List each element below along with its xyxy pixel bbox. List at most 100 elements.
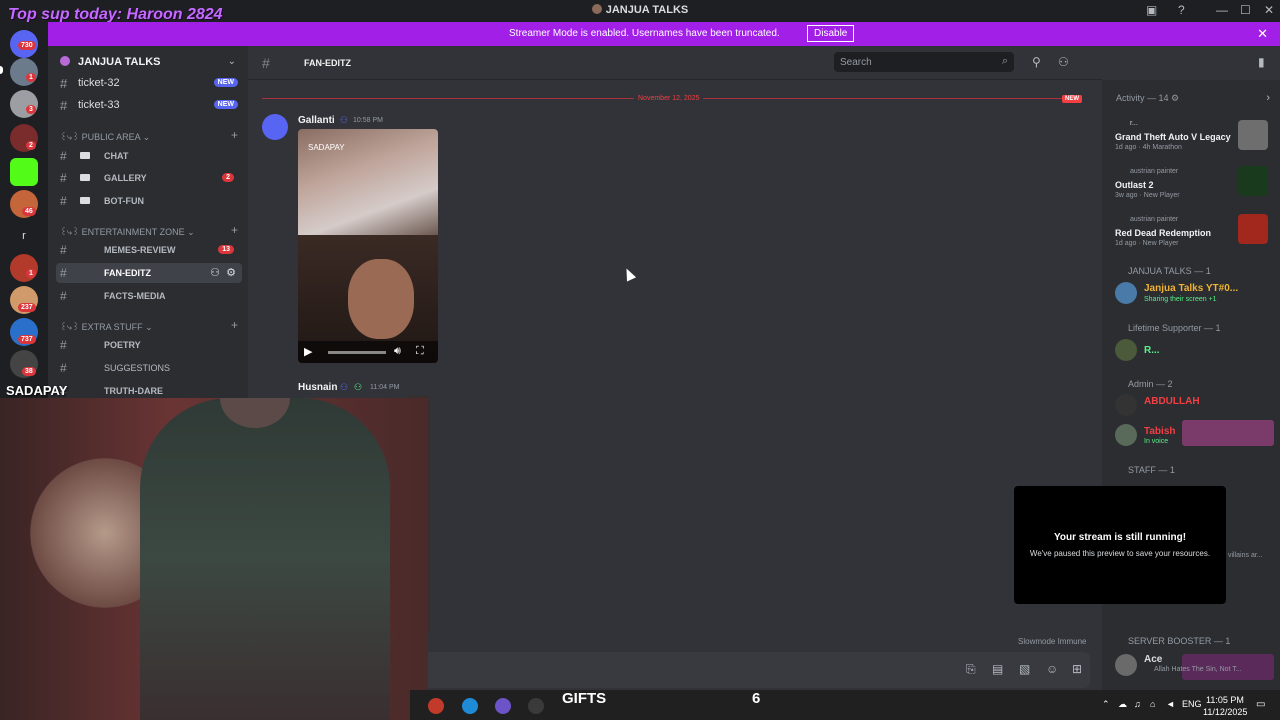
unread-badge: 237	[18, 303, 36, 312]
server-banner-icon	[60, 56, 70, 66]
channel-poetry[interactable]: # POETRY	[56, 335, 242, 355]
booster-icon: ⚇	[354, 382, 363, 392]
edge-icon[interactable]	[462, 698, 478, 714]
search-input[interactable]: Search ⌕	[834, 52, 1014, 72]
disable-streamer-mode-button[interactable]: Disable	[807, 25, 855, 42]
close-icon[interactable]: ✕	[1257, 26, 1268, 42]
obs-icon[interactable]	[528, 698, 544, 714]
server-icon[interactable]	[10, 90, 38, 118]
avatar[interactable]	[262, 114, 288, 140]
clock-date[interactable]: 11/12/2025	[1203, 707, 1247, 717]
hash-icon: #	[60, 361, 67, 375]
activity-meta: 1d ago · 4h Marathon	[1115, 144, 1182, 151]
hash-icon: #	[60, 266, 67, 280]
keyboard-lang[interactable]: ENG	[1182, 699, 1202, 709]
unread-badge: 3	[26, 105, 36, 114]
channel-name: FAN-EDITZ	[104, 268, 151, 278]
gift-icon[interactable]: ⎘	[966, 662, 976, 677]
tray-chevron-icon[interactable]: ⌃	[1102, 699, 1110, 710]
member-name[interactable]: R...	[1144, 345, 1160, 356]
notifications-icon[interactable]: ▭	[1256, 699, 1265, 710]
avatar[interactable]	[1115, 282, 1137, 304]
minimize-button[interactable]: —	[1216, 3, 1228, 17]
category-extra-stuff[interactable]: ꒰⤷꒱ EXTRA STUFF ⌄	[60, 321, 153, 333]
role-icon: ⚇	[340, 382, 349, 392]
hash-icon: #	[60, 338, 67, 352]
server-name[interactable]: JANJUA TALKS	[78, 56, 161, 68]
profile-banner	[1182, 420, 1274, 446]
volume-icon[interactable]: 🔊︎	[394, 345, 401, 358]
brave-icon[interactable]	[428, 698, 444, 714]
microphone-icon[interactable]: ♫	[1134, 699, 1141, 709]
add-channel-icon[interactable]: +	[231, 223, 238, 237]
video-attachment[interactable]: SADAPAY ▶ 🔊︎ ⛶	[298, 129, 438, 363]
network-icon[interactable]: ⌂	[1150, 699, 1155, 709]
member-name[interactable]: Janjua Talks YT#0...	[1144, 283, 1238, 294]
inbox-icon[interactable]: ▮	[1258, 55, 1265, 69]
maximize-button[interactable]: ☐	[1240, 3, 1251, 17]
apps-icon[interactable]: ⊞	[1072, 662, 1082, 676]
add-channel-icon[interactable]: +	[231, 128, 238, 142]
chevron-right-icon[interactable]: ›	[1266, 92, 1270, 104]
clock-time[interactable]: 11:05 PM	[1206, 695, 1244, 705]
channel-bot-fun[interactable]: # BOT-FUN	[56, 191, 242, 211]
member-name[interactable]: Tabish	[1144, 426, 1175, 437]
invite-icon[interactable]: ⚇	[210, 266, 220, 279]
pin-icon[interactable]: ⚲	[1032, 55, 1041, 69]
app-icon[interactable]	[495, 698, 511, 714]
fullscreen-icon[interactable]: ⛶	[416, 345, 424, 358]
member-name[interactable]: Ace	[1144, 654, 1162, 665]
popup-body: We've paused this preview to save your r…	[1029, 549, 1211, 558]
channel-suggestions[interactable]: # SUGGESTIONS	[56, 358, 242, 378]
server-icon	[591, 4, 602, 14]
channel-facts-media[interactable]: # FACTS-MEDIA	[56, 286, 242, 306]
cloud-icon[interactable]: ☁	[1118, 699, 1127, 710]
avatar[interactable]	[1115, 394, 1137, 416]
volume-icon[interactable]: ◄	[1166, 699, 1175, 709]
gifts-label: GIFTS	[562, 690, 607, 707]
avatar[interactable]	[1115, 339, 1137, 361]
help-icon[interactable]: ?	[1178, 3, 1185, 17]
close-window-button[interactable]: ✕	[1264, 3, 1274, 17]
server-icon[interactable]	[10, 58, 38, 86]
channel-fan-editz[interactable]: # FAN-EDITZ ⚇ ⚙	[56, 263, 242, 283]
kick-server-icon[interactable]	[10, 158, 38, 186]
message-author[interactable]: Husnain	[298, 382, 337, 393]
role-section: JANJUA TALKS — 1	[1128, 266, 1211, 276]
activity-meta: 1d ago · New Player	[1115, 240, 1179, 247]
streamer-mode-banner: Streamer Mode is enabled. Usernames have…	[48, 22, 1280, 46]
chevron-down-icon[interactable]: ⌄	[228, 56, 236, 67]
channel-ticket-33[interactable]: # ticket-33 NEW	[56, 96, 242, 116]
category-entertainment-zone[interactable]: ꒰⤷꒱ ENTERTAINMENT ZONE ⌄	[60, 226, 195, 238]
activity-game[interactable]: Outlast 2	[1115, 180, 1154, 190]
message-author[interactable]: Gallanti	[298, 115, 335, 126]
activity-header: Activity — 14 ⚙	[1116, 93, 1180, 103]
inbox-icon[interactable]: ▣	[1146, 3, 1157, 17]
server-icon[interactable]: r	[10, 222, 38, 250]
avatar[interactable]	[1115, 424, 1137, 446]
activity-game[interactable]: Red Dead Redemption	[1115, 228, 1211, 238]
slowmode-indicator: Slowmode Immune	[1018, 637, 1087, 646]
gif-icon[interactable]: ▤	[992, 662, 1003, 676]
add-channel-icon[interactable]: +	[231, 318, 238, 332]
category-public-area[interactable]: ꒰⤷꒱ PUBLIC AREA ⌄	[60, 131, 150, 143]
channel-chat[interactable]: # CHAT	[56, 146, 242, 166]
sticker-icon[interactable]: ▧	[1019, 662, 1030, 676]
play-icon[interactable]: ▶	[304, 345, 312, 358]
member-list-icon[interactable]: ⚇	[1058, 55, 1069, 69]
member-name[interactable]: ABDULLAH	[1144, 396, 1200, 407]
channel-memes-review[interactable]: # MEMES-REVIEW 13	[56, 240, 242, 260]
gear-icon[interactable]: ⚙	[226, 266, 236, 279]
activity-meta: 3w ago · New Player	[1115, 192, 1180, 199]
emoji-icon[interactable]: ☺	[1046, 662, 1058, 676]
activity-game[interactable]: Grand Theft Auto V Legacy	[1115, 132, 1231, 142]
avatar[interactable]	[1115, 654, 1137, 676]
server-icon[interactable]	[10, 254, 38, 282]
channel-gallery[interactable]: # GALLERY 2	[56, 168, 242, 188]
channel-name: CHAT	[104, 151, 129, 161]
seek-bar[interactable]	[328, 351, 386, 354]
member-status: In voice	[1144, 438, 1169, 445]
role-section: Admin — 2	[1128, 379, 1173, 389]
channel-name: GALLERY	[104, 173, 147, 183]
channel-ticket-32[interactable]: # ticket-32 NEW	[56, 74, 242, 94]
